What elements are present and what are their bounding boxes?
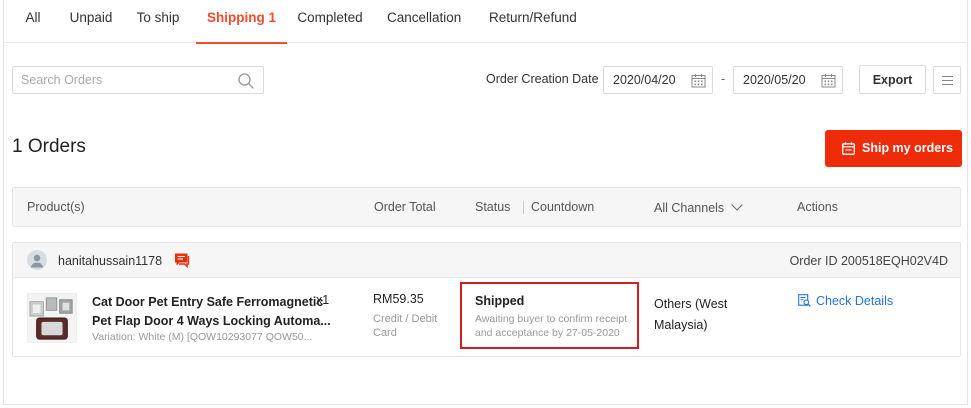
- order-card-header: hanitahussain1178 Order ID 200518EQH02V4…: [13, 243, 960, 278]
- order-status-tabs: All Unpaid To ship Shipping 1 Completed …: [4, 0, 969, 44]
- product-name-line1: Cat Door Pet Entry Safe Ferromagnetic: [92, 295, 324, 309]
- search-orders-input[interactable]: [21, 71, 231, 89]
- product-name-line2: Pet Flap Door 4 Ways Locking Automa...: [92, 314, 331, 328]
- user-icon: [30, 254, 44, 268]
- calendar-ship-icon: [842, 142, 855, 155]
- orders-count-title: 1 Orders: [12, 136, 86, 157]
- tab-to-ship[interactable]: To ship: [135, 0, 181, 43]
- shipping-channel: Others (West Malaysia): [654, 297, 728, 332]
- channels-filter-dropdown[interactable]: All Channels: [654, 199, 743, 215]
- tab-all-label: All: [25, 10, 41, 25]
- product-thumbnail: [27, 293, 77, 343]
- product-quantity: x1: [316, 293, 330, 307]
- tab-shipping[interactable]: Shipping 1: [196, 0, 287, 44]
- chat-icon[interactable]: [174, 252, 190, 268]
- order-creation-date-label: Order Creation Date: [486, 72, 599, 86]
- menu-icon: [942, 76, 953, 77]
- payment-method: Credit / Debit Card: [373, 313, 438, 339]
- tab-shipping-label: Shipping 1: [207, 10, 276, 25]
- column-menu-button[interactable]: [933, 66, 961, 94]
- date-range-separator: -: [721, 72, 726, 86]
- tab-return-refund-label: Return/Refund: [489, 10, 577, 25]
- buyer-username[interactable]: hanitahussain1178: [58, 254, 162, 268]
- search-document-icon: [798, 294, 811, 307]
- chevron-down-icon: [731, 199, 743, 211]
- orders-table-header: Product(s) Order Total Status Countdown …: [12, 187, 961, 227]
- tab-unpaid-label: Unpaid: [69, 10, 113, 25]
- ship-my-orders-button[interactable]: Ship my orders: [825, 130, 962, 167]
- orders-panel: All Unpaid To ship Shipping 1 Completed …: [3, 0, 969, 405]
- date-to-value: 2020/05/20: [743, 73, 806, 87]
- tab-completed-label: Completed: [297, 10, 363, 25]
- check-details-label: Check Details: [816, 294, 894, 308]
- calendar-icon[interactable]: [691, 73, 706, 88]
- tab-all[interactable]: All: [21, 0, 45, 43]
- order-card: hanitahussain1178 Order ID 200518EQH02V4…: [12, 242, 961, 357]
- column-status: Status: [475, 200, 511, 214]
- tab-cancellation-label: Cancellation: [387, 10, 462, 25]
- product-image: [29, 297, 73, 340]
- export-button[interactable]: Export: [859, 65, 926, 94]
- tab-completed[interactable]: Completed: [297, 0, 363, 43]
- tab-cancellation[interactable]: Cancellation: [387, 0, 461, 43]
- ship-my-orders-label: Ship my orders: [862, 141, 953, 155]
- avatar: [27, 250, 47, 270]
- column-products: Product(s): [27, 200, 85, 214]
- tab-return-refund[interactable]: Return/Refund: [489, 0, 577, 43]
- column-divider: [523, 201, 524, 214]
- status-shipped: Shipped: [475, 294, 525, 308]
- tab-unpaid[interactable]: Unpaid: [66, 0, 116, 43]
- column-order-total: Order Total: [374, 200, 436, 214]
- product-variation: Variation: White (M) [QOW10293077 QOW50.…: [92, 331, 313, 343]
- check-details-link[interactable]: Check Details: [798, 294, 893, 308]
- status-description: Awaiting buyer to confirm receipt and ac…: [475, 313, 628, 339]
- search-icon[interactable]: [237, 72, 255, 90]
- order-status-highlight: Shipped Awaiting buyer to confirm receip…: [460, 282, 639, 349]
- date-from-value: 2020/04/20: [613, 73, 676, 87]
- date-from-field[interactable]: 2020/04/20: [603, 66, 713, 94]
- order-total-amount: RM59.35: [373, 292, 424, 306]
- search-orders-box: [12, 66, 264, 94]
- active-tab-indicator: [196, 42, 287, 44]
- order-id: Order ID 200518EQH02V4D: [789, 254, 948, 268]
- calendar-icon[interactable]: [821, 73, 836, 88]
- column-countdown: Countdown: [531, 200, 595, 214]
- column-actions: Actions: [797, 200, 838, 214]
- date-to-field[interactable]: 2020/05/20: [733, 66, 843, 94]
- tab-to-ship-label: To ship: [136, 10, 180, 25]
- channels-filter-label: All Channels: [654, 201, 725, 215]
- product-name[interactable]: Cat Door Pet Entry Safe Ferromagnetic Pe…: [92, 293, 342, 331]
